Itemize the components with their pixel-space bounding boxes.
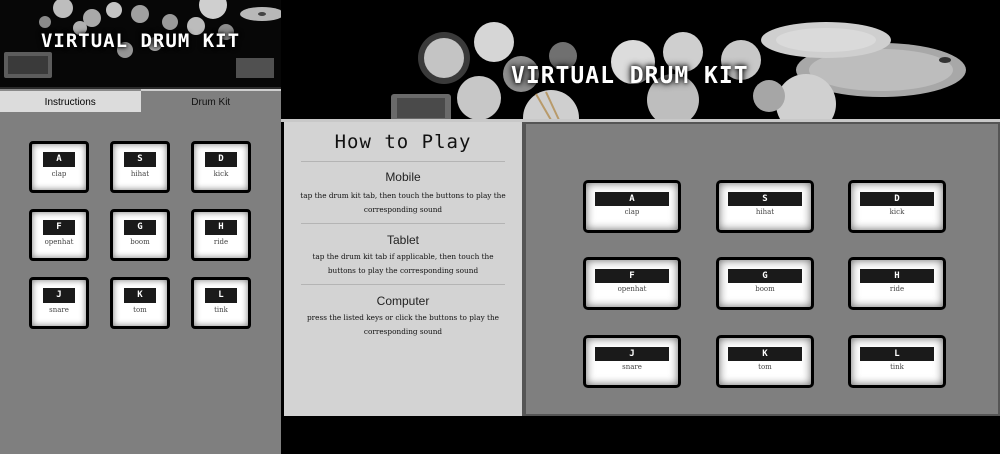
- tab-instructions[interactable]: Instructions: [0, 89, 141, 112]
- pad-sound-label: kick: [213, 170, 229, 178]
- mobile-pad-ride[interactable]: Hride: [191, 209, 251, 261]
- mobile-view: VIRTUAL DRUM KIT Instructions Drum Kit A…: [0, 0, 281, 454]
- pad-sound-label: clap: [624, 208, 640, 216]
- pad-sound-label: boom: [130, 238, 150, 246]
- pad-sound-label: openhat: [44, 238, 74, 246]
- desktop-page-title: VIRTUAL DRUM KIT: [511, 63, 749, 89]
- instructions-computer-text: press the listed keys or click the butto…: [307, 313, 499, 336]
- pad-sound-label: tink: [214, 306, 228, 314]
- pad-key-label: S: [728, 192, 802, 206]
- drum-kit-panel: Aclap Shihat Dkick Fopenhat Gboom Hride …: [524, 122, 1000, 416]
- pad-clap[interactable]: Aclap: [583, 180, 681, 233]
- instructions-tablet-text: tap the drum kit tab if applicable, then…: [312, 252, 494, 275]
- mobile-pad-clap[interactable]: Aclap: [29, 141, 89, 193]
- instructions-computer-title: Computer: [376, 294, 430, 308]
- pad-key-label: L: [860, 347, 934, 361]
- pad-key-label: H: [205, 220, 237, 235]
- mobile-pad-kick[interactable]: Dkick: [191, 141, 251, 193]
- instructions-mobile-title: Mobile: [385, 170, 421, 184]
- pad-sound-label: tink: [890, 363, 904, 371]
- mobile-tab-bar: Instructions Drum Kit: [0, 89, 281, 112]
- pad-sound-label: hihat: [130, 170, 150, 178]
- pad-sound-label: snare: [49, 306, 69, 314]
- pad-key-label: D: [205, 152, 237, 167]
- pad-key-label: S: [124, 152, 156, 167]
- pad-sound-label: openhat: [617, 285, 647, 293]
- mobile-page-title: VIRTUAL DRUM KIT: [40, 30, 241, 52]
- pad-key-label: F: [595, 269, 669, 283]
- mobile-header: VIRTUAL DRUM KIT: [0, 0, 281, 89]
- divider: [301, 223, 505, 224]
- pad-key-label: G: [124, 220, 156, 235]
- pad-sound-label: snare: [622, 363, 642, 371]
- pad-sound-label: ride: [213, 238, 229, 246]
- pad-openhat[interactable]: Fopenhat: [583, 257, 681, 310]
- instructions-panel: How to Play Mobile tap the drum kit tab,…: [284, 122, 524, 416]
- mobile-pad-tom[interactable]: Ktom: [110, 277, 170, 329]
- pad-key-label: F: [43, 220, 75, 235]
- pad-key-label: A: [595, 192, 669, 206]
- pad-sound-label: tom: [133, 306, 147, 314]
- instructions-heading: How to Play: [334, 131, 472, 153]
- pad-tink[interactable]: Ltink: [848, 335, 946, 388]
- pad-kick[interactable]: Dkick: [848, 180, 946, 233]
- pad-boom[interactable]: Gboom: [716, 257, 814, 310]
- pad-ride[interactable]: Hride: [848, 257, 946, 310]
- divider: [301, 161, 505, 162]
- pad-key-label: J: [595, 347, 669, 361]
- mobile-pad-snare[interactable]: Jsnare: [29, 277, 89, 329]
- drum-kit-photo: [281, 0, 1000, 122]
- pad-snare[interactable]: Jsnare: [583, 335, 681, 388]
- pad-sound-label: tom: [758, 363, 772, 371]
- pad-key-label: A: [43, 152, 75, 167]
- pad-key-label: H: [860, 269, 934, 283]
- pad-sound-label: hihat: [755, 208, 775, 216]
- pad-tom[interactable]: Ktom: [716, 335, 814, 388]
- instructions-mobile-text: tap the drum kit tab, then touch the but…: [300, 191, 506, 214]
- mobile-pad-openhat[interactable]: Fopenhat: [29, 209, 89, 261]
- desktop-header: VIRTUAL DRUM KIT: [281, 0, 1000, 122]
- instructions-tablet-title: Tablet: [386, 233, 420, 247]
- mobile-drum-pad-grid: Aclap Shihat Dkick Fopenhat Gboom Hride …: [29, 141, 253, 329]
- pad-key-label: G: [728, 269, 802, 283]
- tab-drum-kit[interactable]: Drum Kit: [140, 89, 281, 112]
- pad-sound-label: clap: [51, 170, 67, 178]
- mobile-pad-tink[interactable]: Ltink: [191, 277, 251, 329]
- pad-key-label: D: [860, 192, 934, 206]
- pad-key-label: K: [728, 347, 802, 361]
- pad-hihat[interactable]: Shihat: [716, 180, 814, 233]
- mobile-pad-boom[interactable]: Gboom: [110, 209, 170, 261]
- pad-key-label: L: [205, 288, 237, 303]
- pad-sound-label: ride: [889, 285, 905, 293]
- pad-sound-label: kick: [889, 208, 905, 216]
- pad-sound-label: boom: [755, 285, 775, 293]
- divider: [301, 284, 505, 285]
- mobile-pad-hihat[interactable]: Shihat: [110, 141, 170, 193]
- pad-key-label: J: [43, 288, 75, 303]
- pad-key-label: K: [124, 288, 156, 303]
